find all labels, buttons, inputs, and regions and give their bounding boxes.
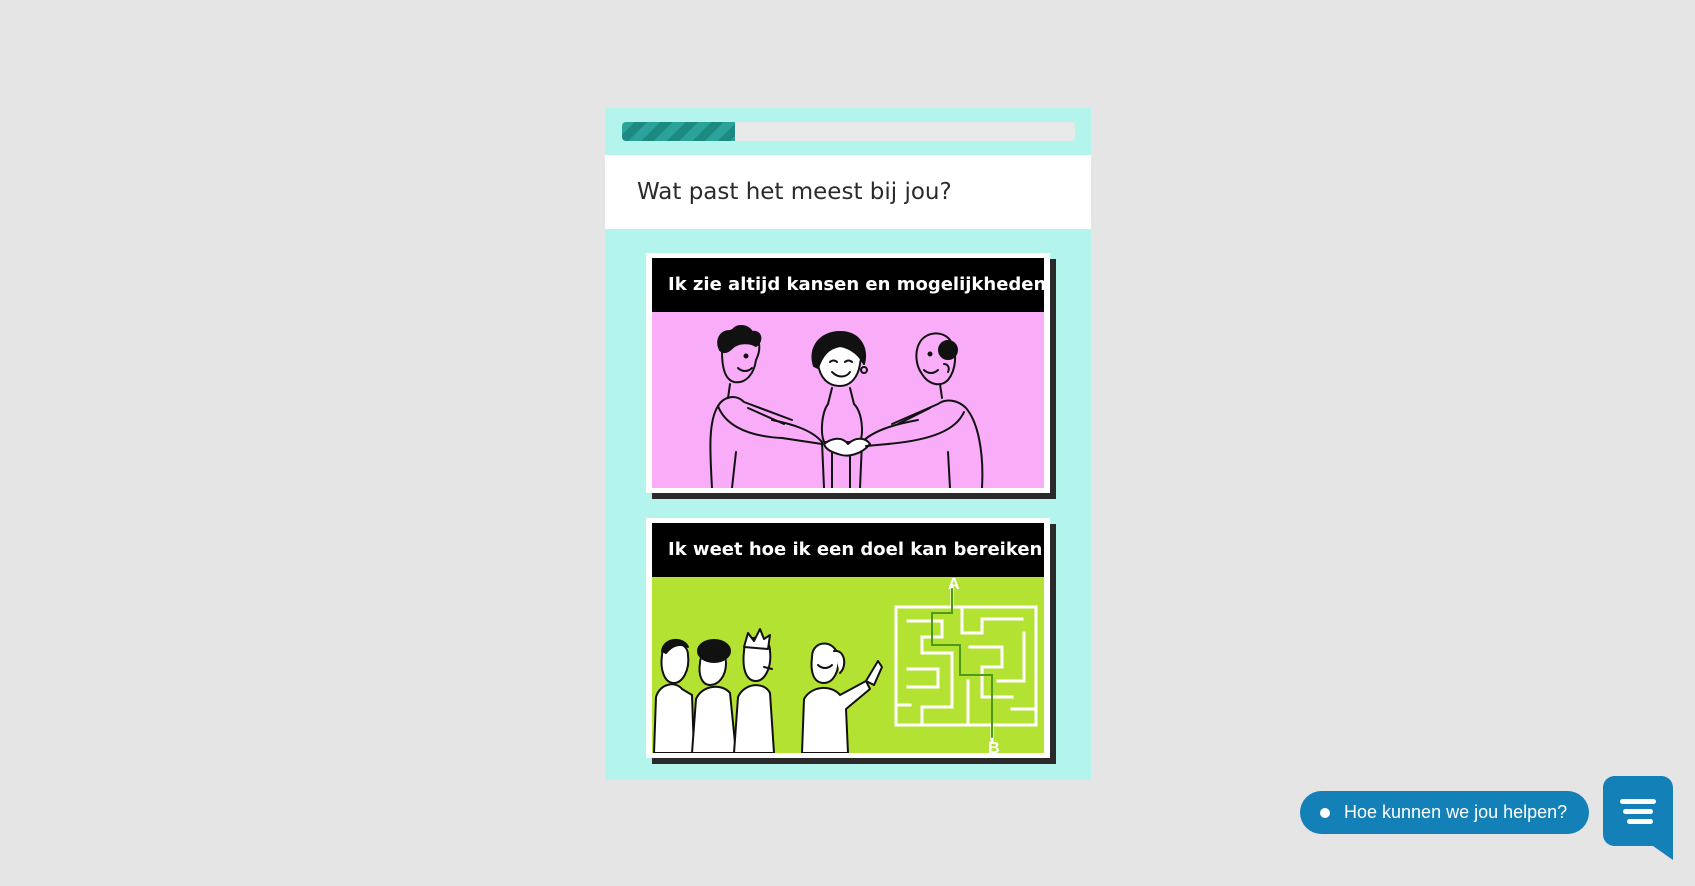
question-title: Wat past het meest bij jou? bbox=[637, 179, 952, 205]
chat-launcher-button[interactable] bbox=[1603, 776, 1673, 860]
maze-end-label: B bbox=[988, 740, 1000, 753]
progress-bar-fill bbox=[622, 122, 736, 141]
answer-option-goals[interactable]: Ik weet hoe ik een doel kan bereiken A B bbox=[646, 518, 1050, 758]
chat-prompt-label: Hoe kunnen we jou helpen? bbox=[1344, 802, 1568, 822]
handshake-illustration bbox=[652, 312, 1044, 488]
answer-option-label: Ik zie altijd kansen en mogelijkheden bbox=[652, 258, 1044, 312]
status-dot-icon bbox=[1320, 807, 1330, 818]
chat-prompt-button[interactable]: Hoe kunnen we jou helpen? bbox=[1300, 791, 1589, 834]
chat-menu-icon bbox=[1603, 776, 1673, 860]
question-header: Wat past het meest bij jou? bbox=[605, 155, 1091, 229]
progress-bar bbox=[622, 122, 1075, 141]
maze-start-label: A bbox=[948, 577, 960, 593]
quiz-card: Wat past het meest bij jou? Ik zie altij… bbox=[605, 108, 1091, 780]
maze-illustration: A B bbox=[652, 577, 1044, 753]
answer-option-content: Ik weet hoe ik een doel kan bereiken A B bbox=[652, 523, 1044, 753]
answer-option-label: Ik weet hoe ik een doel kan bereiken bbox=[652, 523, 1044, 577]
answer-option-content: Ik zie altijd kansen en mogelijkheden bbox=[652, 258, 1044, 488]
answer-option-opportunities[interactable]: Ik zie altijd kansen en mogelijkheden bbox=[646, 253, 1050, 493]
